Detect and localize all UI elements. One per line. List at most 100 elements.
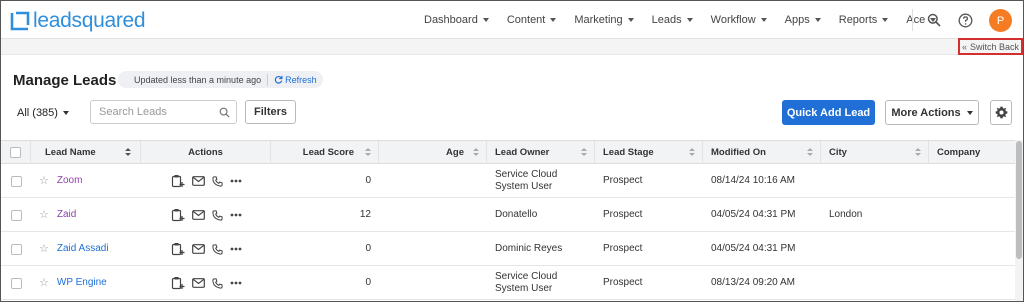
col-company[interactable]: Company (929, 141, 1015, 164)
star-icon[interactable]: ☆ (39, 209, 49, 221)
sort-icon (807, 148, 813, 156)
table-row[interactable]: ☆ WP Engine 0 Service Cloud System User … (1, 266, 1015, 300)
star-icon[interactable]: ☆ (39, 175, 49, 187)
nav-leads[interactable]: Leads (643, 1, 702, 39)
divider (267, 73, 269, 86)
star-icon[interactable]: ☆ (39, 243, 49, 255)
send-email-button[interactable] (191, 244, 205, 254)
refresh-icon (274, 75, 283, 84)
logo-mark-icon (10, 11, 30, 31)
more-horizontal-icon (230, 281, 241, 285)
lead-name-link[interactable]: Zaid (57, 209, 76, 221)
lead-stage-cell: Prospect (603, 175, 643, 186)
main-menu: Dashboard Content Marketing Leads Workfl… (415, 1, 945, 39)
global-search-button[interactable] (925, 11, 943, 29)
refresh-link[interactable]: Refresh (274, 75, 317, 85)
company-cell (929, 164, 1015, 198)
nav-marketing[interactable]: Marketing (565, 1, 642, 39)
row-checkbox[interactable] (10, 277, 22, 289)
brand-logo[interactable]: leadsquared (9, 9, 146, 33)
filters-button[interactable]: Filters (245, 100, 296, 124)
more-options-button[interactable] (230, 213, 242, 217)
user-avatar[interactable]: P (989, 9, 1012, 32)
table-row[interactable]: ☆ Zoom 0 Service Cloud System User Prosp… (1, 164, 1015, 198)
company-cell (929, 198, 1015, 232)
lead-score-cell: 0 (365, 243, 371, 254)
lead-name-link[interactable]: Zoom (57, 175, 83, 187)
brand-name: leadsquared (33, 9, 146, 32)
grid-settings-button[interactable] (990, 100, 1012, 125)
col-lead-score[interactable]: Lead Score (271, 141, 379, 164)
more-horizontal-icon (230, 213, 241, 217)
call-button[interactable] (211, 175, 223, 187)
nav-reports[interactable]: Reports (830, 1, 898, 39)
star-icon[interactable]: ☆ (39, 277, 49, 289)
caret-down-icon (814, 18, 821, 22)
switch-back-button[interactable]: « Switch Back (958, 38, 1023, 55)
search-box (90, 100, 237, 124)
add-task-button[interactable] (171, 242, 185, 256)
help-button[interactable] (956, 11, 974, 29)
col-city[interactable]: City (821, 141, 929, 164)
send-email-button[interactable] (191, 210, 205, 220)
quick-add-lead-button[interactable]: Quick Add Lead (782, 100, 875, 125)
add-task-button[interactable] (171, 276, 185, 290)
row-checkbox[interactable] (10, 209, 22, 221)
phone-icon (211, 209, 223, 221)
call-button[interactable] (211, 243, 223, 255)
lead-name-link[interactable]: Zaid Assadi (57, 243, 109, 255)
row-select-cell (1, 232, 31, 266)
row-actions-cell (141, 232, 271, 266)
lead-view-dropdown[interactable]: All (385) (13, 102, 73, 124)
nav-content[interactable]: Content (498, 1, 566, 39)
more-actions-button[interactable]: More Actions (885, 100, 979, 125)
more-horizontal-icon (230, 247, 241, 251)
call-button[interactable] (211, 209, 223, 221)
age-cell (379, 164, 487, 198)
nav-workflow[interactable]: Workflow (702, 1, 776, 39)
more-options-button[interactable] (230, 281, 242, 285)
more-options-button[interactable] (230, 179, 242, 183)
add-task-button[interactable] (171, 174, 185, 188)
city-cell (821, 232, 929, 266)
col-modified-on[interactable]: Modified On (703, 141, 821, 164)
row-checkbox[interactable] (10, 243, 22, 255)
add-task-button[interactable] (171, 208, 185, 222)
col-lead-owner[interactable]: Lead Owner (487, 141, 595, 164)
search-icon[interactable] (219, 107, 230, 118)
row-actions-cell (141, 266, 271, 300)
modified-on-cell: 04/05/24 04:31 PM (711, 209, 796, 220)
send-email-button[interactable] (191, 278, 205, 288)
table-scrollbar-thumb[interactable] (1016, 141, 1022, 259)
caret-down-icon (686, 18, 693, 22)
phone-icon (211, 243, 223, 255)
send-email-button[interactable] (191, 176, 205, 186)
clipboard-add-icon (171, 243, 184, 256)
help-icon (958, 13, 972, 27)
nav-dashboard[interactable]: Dashboard (415, 1, 498, 39)
col-age[interactable]: Age (379, 141, 487, 164)
mail-icon (191, 210, 205, 220)
row-select-cell (1, 198, 31, 232)
clipboard-add-icon (171, 175, 184, 188)
mail-icon (191, 278, 205, 288)
col-lead-stage[interactable]: Lead Stage (595, 141, 703, 164)
lead-stage-cell: Prospect (603, 209, 643, 220)
table-row[interactable]: ☆ Zaid 12 Donatello Prospect 04/05/24 04… (1, 198, 1015, 232)
caret-down-icon (482, 18, 489, 22)
nav-apps[interactable]: Apps (776, 1, 830, 39)
caret-down-icon (966, 110, 973, 115)
call-button[interactable] (211, 277, 223, 289)
search-input[interactable] (99, 106, 219, 118)
impersonation-bar (1, 39, 1023, 55)
select-all-checkbox[interactable] (10, 147, 21, 158)
table-row[interactable]: ☆ Zaid Assadi 0 Dominic Reyes Prospect 0… (1, 232, 1015, 266)
row-checkbox[interactable] (10, 175, 22, 187)
row-actions-cell (141, 164, 271, 198)
more-options-button[interactable] (230, 247, 242, 251)
sort-icon (581, 148, 587, 156)
lead-name-link[interactable]: WP Engine (57, 277, 107, 289)
col-lead-name[interactable]: Lead Name (31, 141, 141, 164)
company-cell (929, 232, 1015, 266)
modified-on-cell: 04/05/24 04:31 PM (711, 243, 796, 254)
